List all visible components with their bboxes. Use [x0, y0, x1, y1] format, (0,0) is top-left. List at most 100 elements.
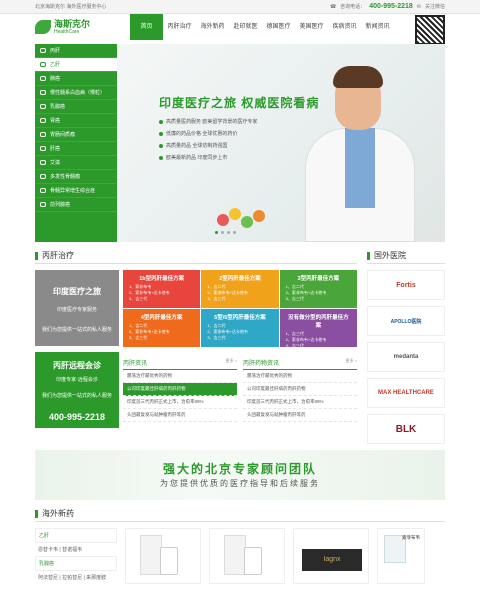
- top-left-text: 北京海斯克尔 海外医疗服务中心: [35, 4, 107, 10]
- genotype-plan-card[interactable]: 2型丙肝最佳方案 1、吉二代 2、索非布韦+达卡他韦 3、吉三代: [201, 270, 279, 308]
- hospitals-heading: 国外医院: [367, 248, 445, 264]
- menu-item[interactable]: 胃肠间质瘤: [35, 128, 117, 142]
- genotype-plan-card[interactable]: 没有做分型的丙肝最佳方案 1、吉三代 2、索非布韦+达卡他韦 3、吉三代: [279, 309, 357, 348]
- product-card[interactable]: [209, 528, 285, 584]
- menu-item[interactable]: 骨髓异常增生综合症: [35, 184, 117, 198]
- news-item[interactable]: 头团最复发与就肿瘤丙肝等药: [243, 409, 357, 422]
- hospital-medanta[interactable]: medanta: [367, 342, 445, 372]
- menu-label: 肝癌: [50, 146, 61, 152]
- hero-banner[interactable]: 印度医疗之旅 权威医院看病 高质量医药服务 欧美留学背景的医疗专家 低廉的药品价…: [117, 44, 445, 242]
- more-link[interactable]: 更多 >: [346, 358, 357, 367]
- menu-label: 丙肝: [50, 48, 61, 54]
- hcv-news: 丙肝资讯 更多 > 震荡治疗最优秀的药物 公司印度最佳肝病药丙肝药物 印度首三代丙…: [123, 358, 237, 422]
- leaf-icon: [40, 62, 46, 67]
- more-link[interactable]: 更多 >: [226, 358, 237, 367]
- ad-title: 印度医疗之旅: [53, 287, 101, 296]
- menu-label: 艾滋: [50, 160, 61, 166]
- logo[interactable]: 海斯克尔 HealthCare: [35, 18, 130, 35]
- remote-consult-ad[interactable]: 丙肝远程会诊 印度专家·远程会诊 我们为您提供一站式的私人服务 400-995-…: [35, 352, 119, 428]
- hcv-heading: 丙肝治疗: [35, 248, 357, 264]
- category-sub[interactable]: 恩替卡韦 | 替诺福韦: [35, 543, 117, 556]
- plan-title: 1b型丙肝最佳方案: [139, 276, 185, 282]
- plan-title: 没有做分型的丙肝最佳方案: [288, 315, 349, 329]
- banner-bullets: 高质量医药服务 欧美留学背景的医疗专家 低廉的药品价格 全球优惠的药价 高质量药…: [159, 116, 257, 164]
- banner-bullet: 欧美最新药品 印度同步上市: [159, 152, 257, 164]
- logo-leaf-icon: [35, 20, 51, 34]
- nav-usa[interactable]: 美国医疗: [295, 14, 328, 40]
- ad-title: 丙肝远程会诊: [53, 361, 101, 370]
- nav-news[interactable]: 新闻资讯: [361, 14, 394, 40]
- news-item[interactable]: 公司印度最佳肝病药丙肝药物: [123, 383, 237, 396]
- menu-item[interactable]: 慢性髓系白血病（慢粒）: [35, 86, 117, 100]
- ad-phone: 400-995-2218: [48, 412, 106, 422]
- plan-line: 3、吉三代: [207, 335, 226, 340]
- product-card[interactable]: Iagnx: [293, 528, 369, 584]
- banner-bullet: 高质量药品 全球仿制药强国: [159, 140, 257, 152]
- news-item[interactable]: 头团最复发与就肿瘤丙肝等药: [123, 409, 237, 422]
- hotline-label: 咨询电话：: [340, 4, 366, 10]
- menu-label: 肺癌: [50, 76, 61, 82]
- hospital-max[interactable]: MAX HEALTHCARE: [367, 378, 445, 408]
- hospital-apollo[interactable]: APOLLO医院: [367, 306, 445, 336]
- genotype-plan-card[interactable]: 5型/6型丙肝最佳方案 1、吉二代 2、索非布韦+达卡他韦 3、吉三代: [201, 309, 279, 347]
- menu-item[interactable]: 肝癌: [35, 142, 117, 156]
- menu-item[interactable]: 乳腺癌: [35, 100, 117, 114]
- category-sub[interactable]: 阿法替尼 | 拉帕替尼 | 来那度胺: [35, 571, 117, 584]
- nav-germany[interactable]: 德国医疗: [262, 14, 295, 40]
- header: 海斯克尔 HealthCare 首页 丙肝治疗 海外新药 赴印就医 德国医疗 美…: [0, 14, 480, 45]
- side-product[interactable]: 索菲布韦: [377, 528, 425, 584]
- drug-categories: 乙肝 恩替卡韦 | 替诺福韦 乳腺癌 阿法替尼 | 拉帕替尼 | 来那度胺: [35, 528, 117, 584]
- category-item[interactable]: 乳腺癌: [35, 556, 117, 571]
- hospital-blk[interactable]: BLK: [367, 414, 445, 444]
- news-item[interactable]: 印度首三代丙肝正式上市，治愈率99%: [123, 396, 237, 409]
- side-product-label: 索菲布韦: [402, 535, 420, 540]
- plan-line: 3、吉三代: [207, 296, 226, 301]
- disease-menu: 丙肝 乙肝 肺癌 慢性髓系白血病（慢粒） 乳腺癌 肾癌 胃肠间质瘤 肝癌 艾滋 …: [35, 44, 117, 242]
- news-item[interactable]: 公司印度最佳肝病药丙肝药物: [243, 383, 357, 396]
- menu-item[interactable]: 多发性骨髓瘤: [35, 170, 117, 184]
- logo-sub: HealthCare: [54, 28, 80, 35]
- hospital-fortis[interactable]: Fortis: [367, 270, 445, 300]
- india-medical-ad[interactable]: 印度医疗之旅 印度医疗专家服务 我们为您提供一站式的私人服务: [35, 270, 119, 346]
- menu-item[interactable]: 艾滋: [35, 156, 117, 170]
- plan-title: 3型丙肝最佳方案: [297, 276, 340, 282]
- prostate-icon: [40, 202, 46, 207]
- drugs-section: 海外新药 乙肝 恩替卡韦 | 替诺福韦 乳腺癌 阿法替尼 | 拉帕替尼 | 来那…: [35, 506, 445, 584]
- genotype-plan-card[interactable]: 3型丙肝最佳方案 1、吉二代 2、索非布韦+达卡他韦 3、吉三代: [279, 270, 357, 308]
- hotline-phone[interactable]: 400-995-2218: [369, 3, 413, 10]
- carousel-dots[interactable]: [215, 231, 236, 234]
- nav-new-drugs[interactable]: 海外新药: [196, 14, 229, 40]
- menu-label: 乳腺癌: [50, 104, 66, 110]
- phone-icon: ☎: [329, 3, 337, 10]
- genotype-plan-card[interactable]: 1b型丙肝最佳方案 1、索非布韦 2、索非布韦+达卡他韦 3、吉三代: [123, 270, 201, 308]
- banner-title: 印度医疗之旅 权威医院看病: [159, 96, 320, 110]
- menu-label: 乙肝: [50, 62, 61, 68]
- ad-sub: 印度医疗专家服务: [56, 307, 97, 313]
- category-item[interactable]: 乙肝: [35, 528, 117, 543]
- menu-item[interactable]: 前列腺癌: [35, 198, 117, 212]
- wechat-icon: ✉: [416, 3, 421, 10]
- logo-name: 海斯克尔: [54, 18, 91, 29]
- nav-india[interactable]: 赴印就医: [229, 14, 262, 40]
- expert-team-banner[interactable]: 强大的北京专家顾问团队 为您提供优质的医疗指导和后续服务: [35, 450, 445, 500]
- hero: 丙肝 乙肝 肺癌 慢性髓系白血病（慢粒） 乳腺癌 肾癌 胃肠间质瘤 肝癌 艾滋 …: [35, 44, 445, 242]
- news-item[interactable]: 印度首三代丙肝正式上市，治愈率99%: [243, 396, 357, 409]
- news-item[interactable]: 震荡治疗最优秀的药物: [243, 370, 357, 383]
- menu-item[interactable]: 肺癌: [35, 72, 117, 86]
- kidney-icon: [40, 118, 46, 123]
- nav-home[interactable]: 首页: [130, 14, 163, 40]
- menu-label: 慢性髓系白血病（慢粒）: [50, 90, 106, 96]
- menu-item[interactable]: 乙肝: [35, 58, 117, 72]
- genotype-plan-card[interactable]: 4型丙肝最佳方案 1、吉二代 2、索非布韦+达卡他韦 3、吉三代: [123, 309, 201, 347]
- nav-disease-news[interactable]: 疾病资讯: [328, 14, 361, 40]
- wechat-link[interactable]: 关注微信: [425, 3, 445, 10]
- ribbon-icon: [40, 104, 46, 109]
- stomach-icon: [40, 132, 46, 137]
- plan-title: 2型丙肝最佳方案: [219, 276, 261, 282]
- menu-item[interactable]: 丙肝: [35, 44, 117, 58]
- menu-item[interactable]: 肾癌: [35, 114, 117, 128]
- news-item[interactable]: 震荡治疗最优秀的药物: [123, 370, 237, 383]
- product-card[interactable]: [125, 528, 201, 584]
- nav-hcv[interactable]: 丙肝治疗: [163, 14, 196, 40]
- cell-icon: [40, 188, 46, 193]
